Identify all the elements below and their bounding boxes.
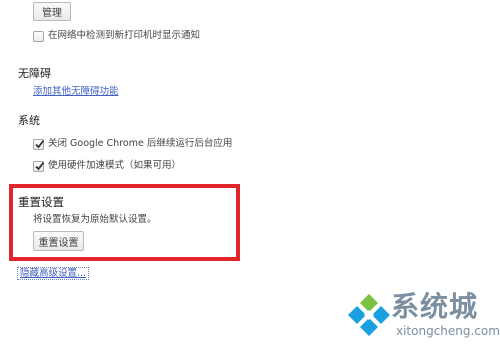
watermark-domain: xitongcheng.com — [396, 324, 500, 338]
hardware-acceleration-label: 使用硬件加速模式（如果可用） — [48, 160, 182, 171]
reset-settings-button[interactable]: 重置设置 — [33, 231, 84, 251]
checkmark-icon — [35, 161, 45, 171]
reset-title: 重置设置 — [18, 195, 64, 209]
reset-description: 将设置恢复为原始默认设置。 — [33, 214, 157, 225]
watermark-name: 系统城 — [391, 290, 479, 323]
notify-new-printers-label: 在网络中检测到新打印机时显示通知 — [48, 30, 201, 41]
system-title: 系统 — [18, 114, 40, 127]
background-apps-label: 关闭 Google Chrome 后继续运行后台应用 — [48, 138, 233, 149]
add-accessibility-features-link[interactable]: 添加其他无障碍功能 — [33, 86, 119, 98]
hardware-acceleration-checkbox[interactable] — [33, 161, 45, 172]
xitongcheng-logo-icon — [348, 294, 390, 336]
background-apps-checkbox[interactable] — [33, 139, 45, 150]
accessibility-title: 无障碍 — [18, 67, 51, 80]
checkmark-icon — [35, 139, 45, 149]
manage-button[interactable]: 管理 — [33, 2, 71, 21]
notify-new-printers-checkbox[interactable] — [33, 31, 44, 42]
hide-advanced-settings-link[interactable]: 隐藏高级设置... — [17, 267, 90, 280]
